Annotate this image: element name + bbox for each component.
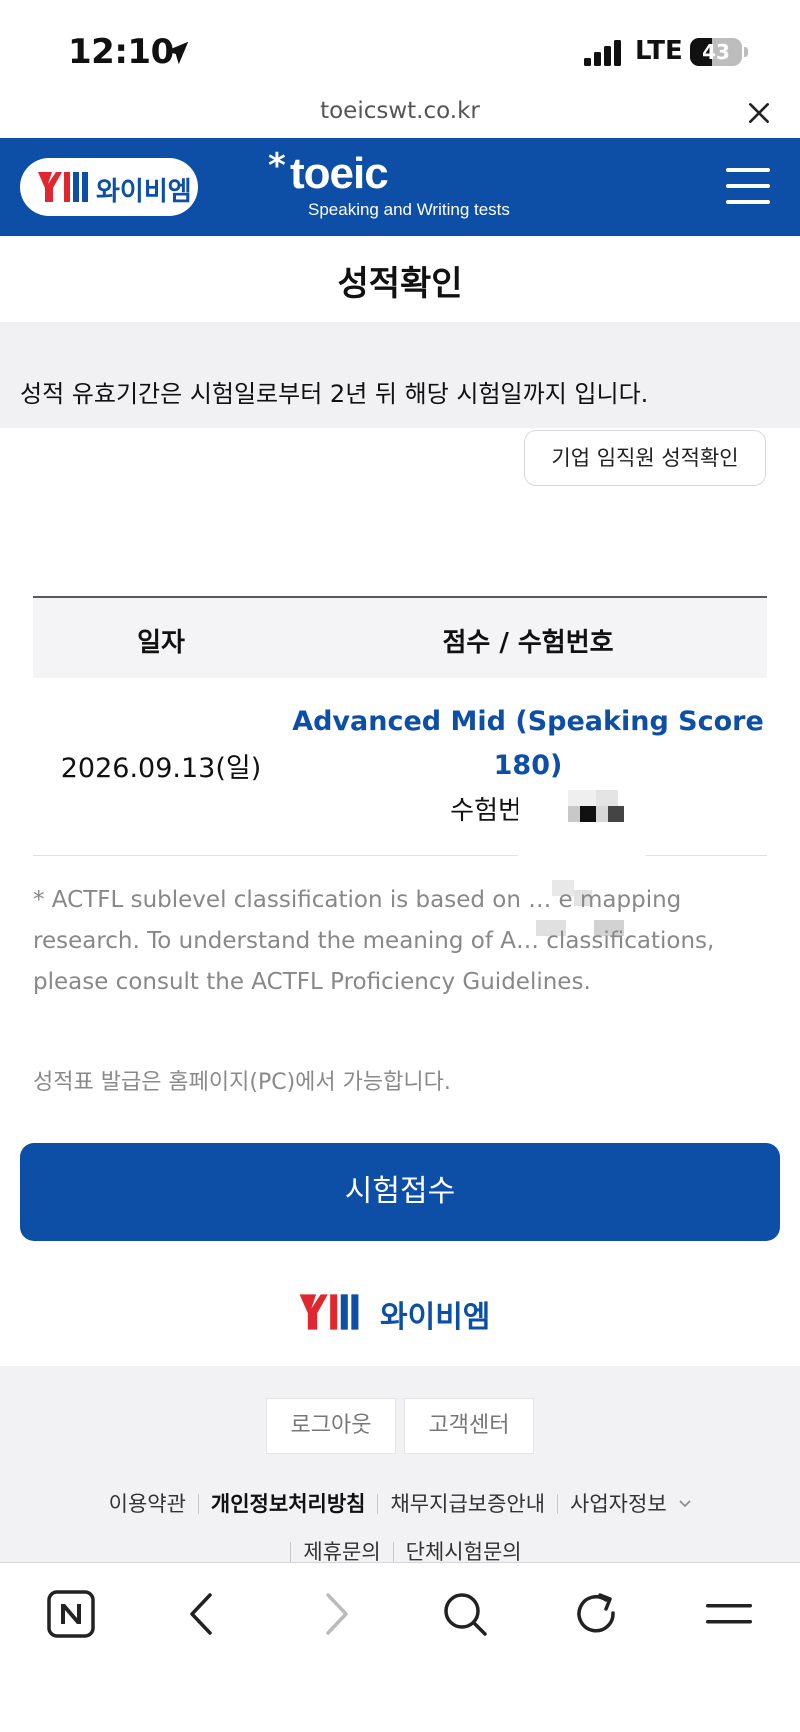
refresh-icon[interactable]	[572, 1589, 622, 1639]
table-header: 일자 점수 / 수험번호	[33, 596, 767, 678]
actfl-footnote: * ACTFL sublevel classification is based…	[33, 887, 715, 995]
partnership-link[interactable]: 제휴문의	[303, 1540, 380, 1564]
privacy-policy-link[interactable]: 개인정보처리방침	[211, 1492, 366, 1516]
logout-button[interactable]: 로그아웃	[266, 1398, 396, 1454]
url-bar[interactable]: toeicswt.co.kr	[0, 96, 800, 138]
battery-tip	[744, 47, 748, 57]
business-info-link[interactable]: 사업자정보	[570, 1492, 667, 1516]
status-bar: 12:10 LTE 43	[0, 0, 800, 96]
column-header-date: 일자	[137, 628, 185, 658]
battery-icon: 43	[690, 38, 742, 66]
footer-links-row1: 이용약관 개인정보처리방침 채무지급보증안내 사업자정보	[0, 1488, 800, 1518]
chevron-down-icon[interactable]	[679, 1500, 691, 1508]
browser-toolbar	[0, 1562, 800, 1732]
score-level: Advanced Mid (Speaking Score 180)	[292, 706, 764, 781]
ybm-name: 와이비엠	[96, 177, 192, 207]
column-header-score: 점수 / 수험번호	[442, 628, 614, 658]
ybm-logo[interactable]: 와이비엠	[20, 158, 198, 216]
back-icon[interactable]	[178, 1589, 228, 1639]
naver-n-icon[interactable]	[46, 1589, 96, 1639]
status-time: 12:10	[68, 32, 174, 72]
toeic-subtitle: Speaking and Writing tests	[308, 200, 510, 219]
score-report-notice: 성적표 발급은 홈페이지(PC)에서 가능합니다.	[33, 1070, 451, 1095]
group-exam-link[interactable]: 단체시험문의	[406, 1540, 522, 1564]
menu-icon[interactable]	[704, 1589, 754, 1639]
site-footer: 로그아웃 고객센터 이용약관 개인정보처리방침 채무지급보증안내 사업자정보 제휴문의…	[0, 1366, 800, 1564]
battery-percent: 43	[702, 40, 730, 64]
cellular-signal-icon	[584, 40, 621, 66]
hamburger-menu-icon[interactable]	[726, 166, 770, 206]
corporate-score-check-button[interactable]: 기업 임직원 성적확인	[524, 430, 766, 486]
validity-notice: 성적 유효기간은 시험일로부터 2년 뒤 해당 시험일까지 입니다.	[20, 380, 649, 408]
table-row: 2026.09.13(일) Advanced Mid (Speaking Sco…	[33, 678, 767, 856]
debt-guarantee-link[interactable]: 채무지급보증안내	[390, 1492, 545, 1516]
location-arrow-icon	[165, 41, 189, 65]
close-icon[interactable]	[746, 100, 772, 126]
apply-exam-button[interactable]: 시험접수	[20, 1143, 780, 1241]
search-icon[interactable]	[440, 1589, 490, 1639]
page-title: 성적확인	[337, 264, 463, 304]
url-text[interactable]: toeicswt.co.kr	[0, 98, 800, 124]
ybm-name: 와이비엠	[380, 1300, 491, 1335]
site-header: 와이비엠 * toeic Speaking and Writing tests	[0, 138, 800, 236]
forward-icon	[326, 1593, 348, 1635]
network-type: LTE	[635, 36, 683, 66]
notice-band: 성적 유효기간은 시험일로부터 2년 뒤 해당 시험일까지 입니다.	[0, 322, 800, 428]
toeic-word: toeic	[290, 149, 389, 198]
customer-center-button[interactable]: 고객센터	[404, 1398, 534, 1454]
score-table: 일자 점수 / 수험번호 2026.09.13(일) Advanced Mid …	[33, 596, 767, 856]
terms-link[interactable]: 이용약관	[109, 1492, 186, 1516]
ybm-footer-logo[interactable]: 와이비엠	[296, 1290, 506, 1335]
asterisk-icon: *	[268, 146, 286, 186]
toeic-logo[interactable]: * toeic Speaking and Writing tests	[268, 146, 510, 219]
ybm-mark-icon	[38, 172, 88, 202]
test-date: 2026.09.13(일)	[60, 753, 262, 784]
ybm-mark-icon	[299, 1294, 359, 1330]
